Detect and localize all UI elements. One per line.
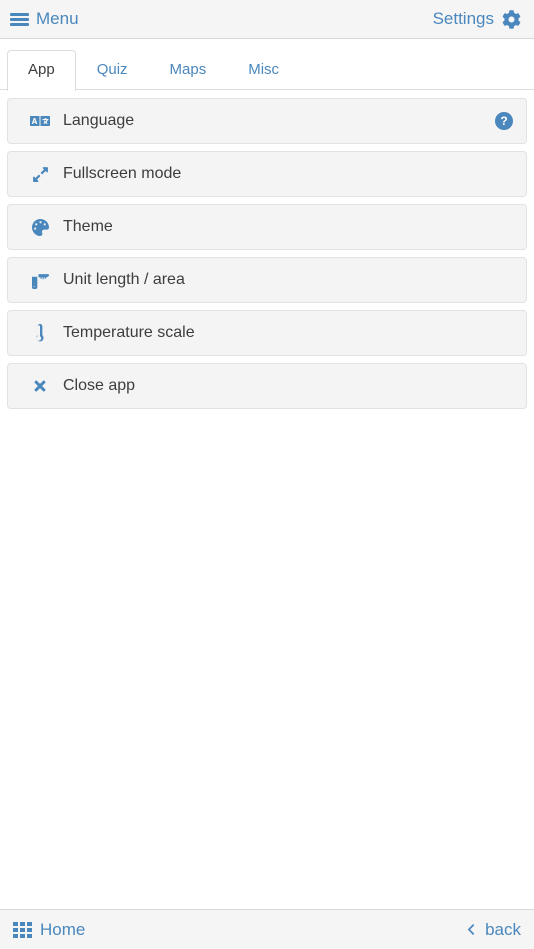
tab-quiz[interactable]: Quiz — [76, 50, 149, 90]
help-icon[interactable]: ? — [495, 112, 513, 130]
gear-icon — [502, 9, 521, 29]
list-item-label: Unit length / area — [63, 271, 185, 288]
list-item-label: Language — [63, 112, 135, 129]
back-button[interactable]: back — [465, 920, 521, 940]
list-item-language[interactable]: Language ? — [7, 98, 527, 144]
list-item-label: Theme — [63, 218, 113, 235]
tab-bar: App Quiz Maps Misc — [0, 39, 534, 91]
thermometer-icon — [29, 323, 51, 343]
list-item-label: Close app — [63, 377, 136, 394]
tab-app[interactable]: App — [7, 50, 76, 91]
settings-list: Language ? Fullscreen mode Theme Unit le… — [0, 90, 534, 409]
tab-maps[interactable]: Maps — [149, 50, 228, 90]
list-item-temperature-scale[interactable]: Temperature scale — [7, 310, 527, 356]
list-item-close-app[interactable]: Close app — [7, 363, 527, 409]
menu-label: Menu — [36, 9, 79, 28]
close-x-icon — [29, 376, 51, 396]
settings-label: Settings — [432, 9, 494, 28]
menu-button[interactable]: Menu — [10, 9, 79, 29]
home-label: Home — [40, 919, 86, 939]
bottom-bar: Home back — [0, 909, 534, 949]
ruler-icon — [29, 270, 51, 290]
list-item-label: Fullscreen mode — [63, 165, 182, 182]
list-item-fullscreen-mode[interactable]: Fullscreen mode — [7, 151, 527, 197]
palette-icon — [29, 217, 51, 237]
top-bar: Menu Settings — [0, 0, 534, 39]
list-item-unit-length-area[interactable]: Unit length / area — [7, 257, 527, 303]
expand-arrows-icon — [29, 164, 51, 184]
hamburger-icon — [10, 12, 29, 27]
list-item-theme[interactable]: Theme — [7, 204, 527, 250]
language-icon — [29, 111, 51, 131]
grid-icon — [13, 921, 32, 938]
list-item-label: Temperature scale — [63, 324, 195, 341]
back-label: back — [485, 919, 521, 939]
tab-misc[interactable]: Misc — [227, 50, 300, 90]
chevron-left-icon — [465, 921, 477, 938]
settings-button[interactable]: Settings — [433, 9, 521, 29]
home-button[interactable]: Home — [13, 920, 85, 940]
